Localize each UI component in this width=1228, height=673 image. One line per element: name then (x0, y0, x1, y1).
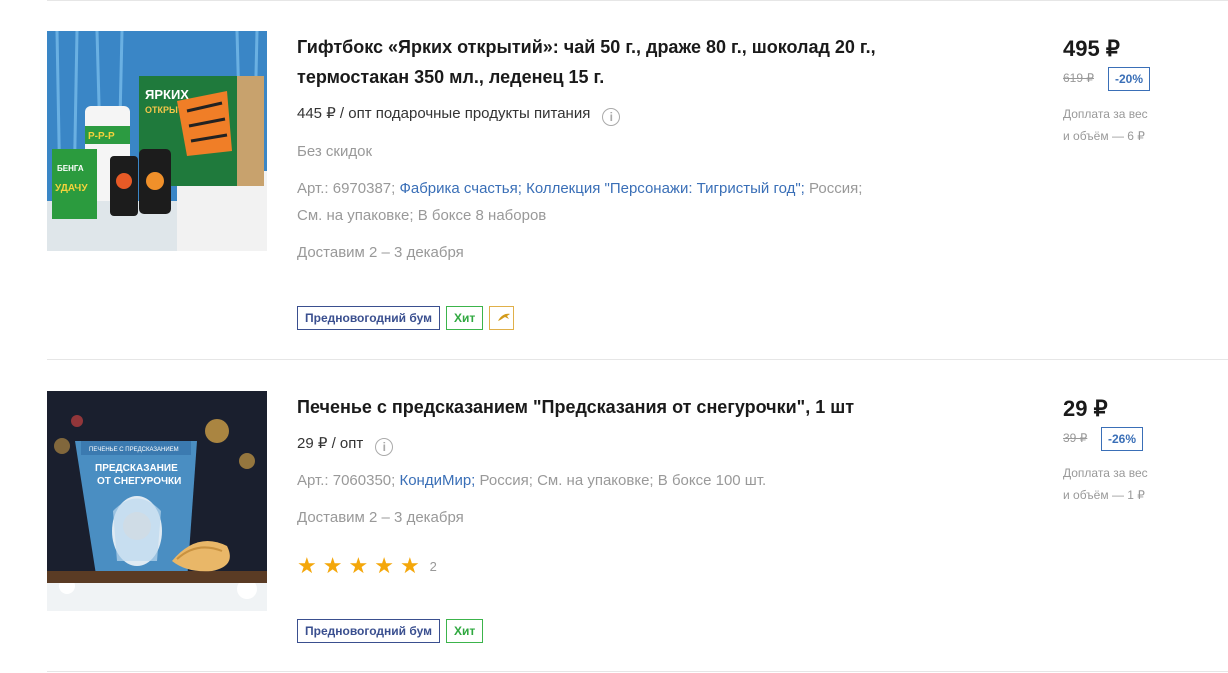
brand-link[interactable]: Фабрика счастья; (399, 180, 521, 197)
hit-badge[interactable]: Хит (445, 306, 484, 330)
star-icon: ★ (348, 553, 369, 578)
product-image[interactable]: ПЕЧЕНЬЕ С ПРЕДСКАЗАНИЕМ ПРЕДСКАЗАНИЕ ОТ … (47, 391, 267, 611)
svg-text:БЕНГА: БЕНГА (57, 164, 84, 173)
discount-note: Без скидок (297, 143, 372, 160)
opt-price-text: 445 ₽ / опт подарочные продукты питания (297, 105, 591, 122)
discount-badge: -20% (1108, 67, 1151, 91)
extra-charge-line2: и объём — 6 ₽ (1063, 129, 1145, 143)
package-info: См. на упаковке; (297, 207, 414, 224)
product-card: ПЕЧЕНЬЕ С ПРЕДСКАЗАНИЕМ ПРЕДСКАЗАНИЕ ОТ … (0, 360, 1228, 672)
svg-text:ОТ СНЕГУРОЧКИ: ОТ СНЕГУРОЧКИ (97, 476, 181, 487)
price: 495 ₽ (1063, 36, 1120, 61)
old-price: 619 ₽ (1063, 71, 1094, 85)
article-number: Арт.: 7060350; (297, 472, 396, 489)
extra-charge: Доплата за вес и объём — 6 ₽ (1063, 103, 1183, 147)
product-meta: Арт.: 7060350; КондиМир; Россия; См. на … (297, 471, 766, 491)
dolphin-icon[interactable] (489, 306, 515, 330)
product-title[interactable]: Печенье с предсказанием "Предсказания от… (297, 392, 917, 422)
svg-text:ПРЕДСКАЗАНИЕ: ПРЕДСКАЗАНИЕ (95, 463, 178, 474)
badges: Предновогодний бум Хит (297, 306, 515, 330)
svg-text:ПЕЧЕНЬЕ С ПРЕДСКАЗАНИЕМ: ПЕЧЕНЬЕ С ПРЕДСКАЗАНИЕМ (89, 447, 179, 453)
delivery-info: Доставим 2 – 3 декабря (297, 509, 464, 526)
hit-badge[interactable]: Хит (445, 619, 484, 643)
svg-text:УДАЧУ: УДАЧУ (55, 183, 88, 194)
svg-text:ЯРКИХ: ЯРКИХ (145, 87, 189, 102)
package-info: См. на упаковке; (537, 472, 654, 489)
delivery-info: Доставим 2 – 3 декабря (297, 244, 464, 261)
product-meta: Арт.: 6970387; Фабрика счастья; Коллекци… (297, 179, 862, 199)
star-icon: ★ (399, 553, 420, 578)
country: Россия; (479, 472, 533, 489)
bottom-divider (47, 671, 1228, 672)
extra-charge-line2: и объём — 1 ₽ (1063, 488, 1145, 502)
box-info: В боксе 8 наборов (417, 207, 547, 224)
opt-price-text: 29 ₽ / опт (297, 435, 364, 452)
product-title[interactable]: Гифтбокс «Ярких открытий»: чай 50 г., др… (297, 32, 917, 92)
brand-link[interactable]: КондиМир; (399, 472, 475, 489)
extra-charge-line1: Доплата за вес (1063, 107, 1148, 121)
collection-link[interactable]: Коллекция "Персонажи: Тигристый год"; (526, 180, 805, 197)
promo-badge[interactable]: Предновогодний бум (297, 306, 440, 330)
info-icon[interactable]: i (375, 438, 394, 456)
article-number: Арт.: 6970387; (297, 180, 396, 197)
opt-price: 29 ₽ / опт i (297, 434, 394, 456)
opt-price: 445 ₽ / опт подарочные продукты питания i (297, 104, 621, 126)
price: 29 ₽ (1063, 396, 1108, 421)
extra-charge-line1: Доплата за вес (1063, 466, 1148, 480)
promo-badge[interactable]: Предновогодний бум (297, 619, 440, 643)
star-icon: ★ (322, 553, 343, 578)
star-icon: ★ (297, 553, 317, 578)
product-meta-2: См. на упаковке; В боксе 8 наборов (297, 206, 546, 226)
badges: Предновогодний бум Хит (297, 619, 484, 643)
product-image[interactable]: ЯРКИХ ОТКРЫТИЙ Р-Р-Р БЕНГА УДАЧУ (47, 31, 267, 251)
old-price: 39 ₽ (1063, 431, 1088, 445)
rating-count[interactable]: 2 (430, 559, 437, 574)
rating[interactable]: ★ ★ ★ ★ ★ 2 (297, 555, 437, 577)
extra-charge: Доплата за вес и объём — 1 ₽ (1063, 462, 1183, 506)
box-info: В боксе 100 шт. (657, 472, 767, 489)
country: Россия; (809, 180, 863, 197)
star-icon: ★ (374, 553, 394, 578)
discount-badge: -26% (1101, 427, 1144, 451)
svg-text:Р-Р-Р: Р-Р-Р (88, 131, 115, 142)
info-icon[interactable]: i (602, 108, 621, 126)
product-card: ЯРКИХ ОТКРЫТИЙ Р-Р-Р БЕНГА УДАЧУ Гифтбок… (0, 0, 1228, 360)
